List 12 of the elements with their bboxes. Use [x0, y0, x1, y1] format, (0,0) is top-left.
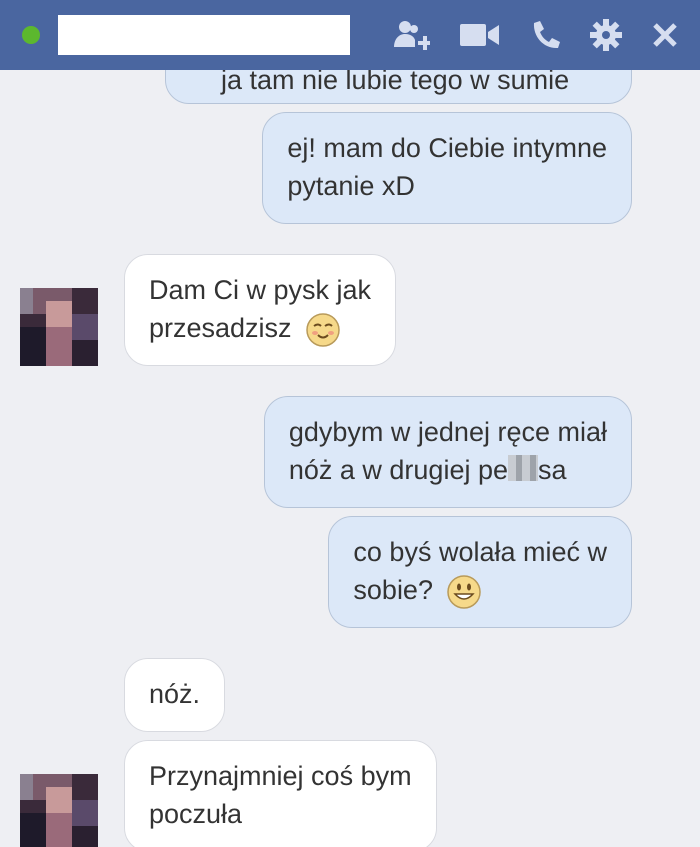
message-bubble: gdybym w jednej ręce miał nóż a w drugiej pe sa: [264, 396, 632, 508]
close-icon[interactable]: [652, 22, 678, 48]
smiley-icon: [446, 574, 481, 609]
message-bubble: Przynajmniej coś bym poczuła: [124, 740, 437, 847]
settings-icon[interactable]: [590, 19, 622, 51]
message-bubble: nóż.: [124, 658, 226, 732]
add-person-icon[interactable]: [394, 19, 430, 51]
video-camera-icon[interactable]: [460, 22, 500, 48]
message-bubble: ej! mam do Ciebie intymne pytanie xD: [262, 112, 632, 224]
message-bubble: Dam Ci w pysk jak przesadzisz: [124, 254, 396, 366]
blushing-smiley-icon: [306, 312, 340, 347]
message-bubble: co byś wolała mieć w sobie?: [328, 516, 632, 628]
